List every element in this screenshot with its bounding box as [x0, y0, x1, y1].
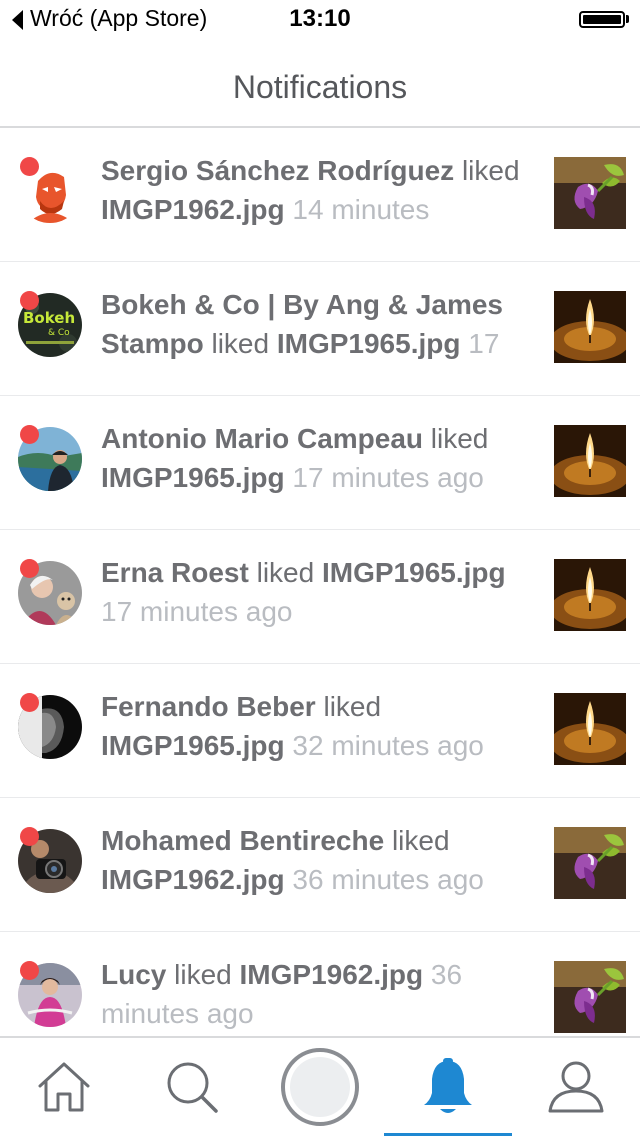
- flower-photo-thumbnail[interactable]: [554, 827, 626, 899]
- notification-file[interactable]: IMGP1965.jpg: [277, 328, 461, 359]
- notification-text: Fernando Beber liked IMGP1965.jpg 32 min…: [101, 687, 521, 765]
- notification-file[interactable]: IMGP1962.jpg: [240, 959, 424, 990]
- notification-user[interactable]: Erna Roest: [101, 557, 249, 588]
- unread-dot: [20, 425, 39, 444]
- notification-time: 17 minutes ago: [101, 596, 293, 627]
- unread-dot: [20, 157, 39, 176]
- notification-file[interactable]: IMGP1965.jpg: [322, 557, 506, 588]
- tab-search[interactable]: [128, 1038, 256, 1136]
- notification-file[interactable]: IMGP1965.jpg: [101, 462, 285, 493]
- notification-text: Erna Roest liked IMGP1965.jpg 17 minutes…: [101, 553, 521, 631]
- notification-user[interactable]: Sergio Sánchez Rodríguez: [101, 155, 454, 186]
- tab-notifications[interactable]: [384, 1038, 512, 1136]
- unread-dot: [20, 291, 39, 310]
- notification-text: Mohamed Bentireche liked IMGP1962.jpg 36…: [101, 821, 521, 899]
- candle-photo-thumbnail[interactable]: [554, 693, 626, 765]
- search-icon: [167, 1062, 218, 1113]
- notification-user[interactable]: Mohamed Bentireche: [101, 825, 384, 856]
- notifications-list[interactable]: Sergio Sánchez Rodríguez liked IMGP1962.…: [0, 128, 640, 1035]
- notification-row[interactable]: Mohamed Bentireche liked IMGP1962.jpg 36…: [0, 798, 640, 932]
- status-time: 13:10: [289, 5, 351, 32]
- notification-action: liked: [430, 423, 489, 454]
- candle-photo-thumbnail[interactable]: [554, 291, 626, 363]
- notification-time: 36 minutes ago: [292, 864, 484, 895]
- notification-row[interactable]: Erna Roest liked IMGP1965.jpg 17 minutes…: [0, 530, 640, 664]
- tab-home[interactable]: [0, 1038, 128, 1136]
- notification-row[interactable]: Sergio Sánchez Rodríguez liked IMGP1962.…: [0, 128, 640, 262]
- candle-photo-thumbnail[interactable]: [554, 559, 626, 631]
- flower-photo-thumbnail[interactable]: [554, 157, 626, 229]
- notification-time: 32 minutes ago: [292, 730, 484, 761]
- notification-file[interactable]: IMGP1965.jpg: [101, 730, 285, 761]
- notification-time: 14 minutes: [292, 194, 430, 225]
- notification-text: Sergio Sánchez Rodríguez liked IMGP1962.…: [101, 151, 521, 229]
- battery-icon: [579, 11, 625, 28]
- notification-user[interactable]: Antonio Mario Campeau: [101, 423, 423, 454]
- status-bar: Wróć (App Store) 13:10: [0, 0, 640, 40]
- candle-photo-thumbnail[interactable]: [554, 425, 626, 497]
- notification-time: 17: [468, 328, 500, 359]
- notification-row[interactable]: Antonio Mario Campeau liked IMGP1965.jpg…: [0, 396, 640, 530]
- navigation-bar: Notifications: [0, 40, 640, 128]
- notification-time: 17 minutes ago: [292, 462, 484, 493]
- notification-action: liked: [323, 691, 382, 722]
- notification-action: liked: [391, 825, 450, 856]
- camera-shutter-icon: [281, 1048, 359, 1126]
- notification-user[interactable]: Fernando Beber: [101, 691, 316, 722]
- flower-photo-thumbnail[interactable]: [554, 961, 626, 1033]
- unread-dot: [20, 693, 39, 712]
- svg-text:Bokeh: Bokeh: [23, 309, 75, 327]
- unread-dot: [20, 827, 39, 846]
- unread-dot: [20, 559, 39, 578]
- notification-user[interactable]: Lucy: [101, 959, 166, 990]
- bell-icon: [424, 1058, 472, 1113]
- notification-file[interactable]: IMGP1962.jpg: [101, 864, 285, 895]
- tab-profile[interactable]: [512, 1038, 640, 1136]
- tab-camera[interactable]: [256, 1038, 384, 1136]
- notification-file[interactable]: IMGP1962.jpg: [101, 194, 285, 225]
- home-icon: [38, 1062, 90, 1112]
- svg-text:& Co: & Co: [48, 328, 70, 338]
- notification-text: Bokeh & Co | By Ang & James Stampo liked…: [101, 285, 521, 363]
- notification-action: liked: [461, 155, 520, 186]
- notification-text: Lucy liked IMGP1962.jpg 36 minutes ago: [101, 955, 521, 1033]
- notification-action: liked: [174, 959, 232, 990]
- notification-row[interactable]: Lucy liked IMGP1962.jpg 36 minutes ago: [0, 932, 640, 1035]
- notification-row[interactable]: Bokeh & Co Bokeh & Co | By Ang & James S…: [0, 262, 640, 396]
- notification-action: liked: [256, 557, 315, 588]
- notification-row[interactable]: Fernando Beber liked IMGP1965.jpg 32 min…: [0, 664, 640, 798]
- page-title: Notifications: [232, 69, 408, 105]
- profile-icon: [548, 1061, 604, 1113]
- notification-text: Antonio Mario Campeau liked IMGP1965.jpg…: [101, 419, 521, 497]
- unread-dot: [20, 961, 39, 980]
- notification-action: liked: [211, 328, 270, 359]
- battery-tip: [626, 15, 629, 23]
- tab-bar: [0, 1036, 640, 1136]
